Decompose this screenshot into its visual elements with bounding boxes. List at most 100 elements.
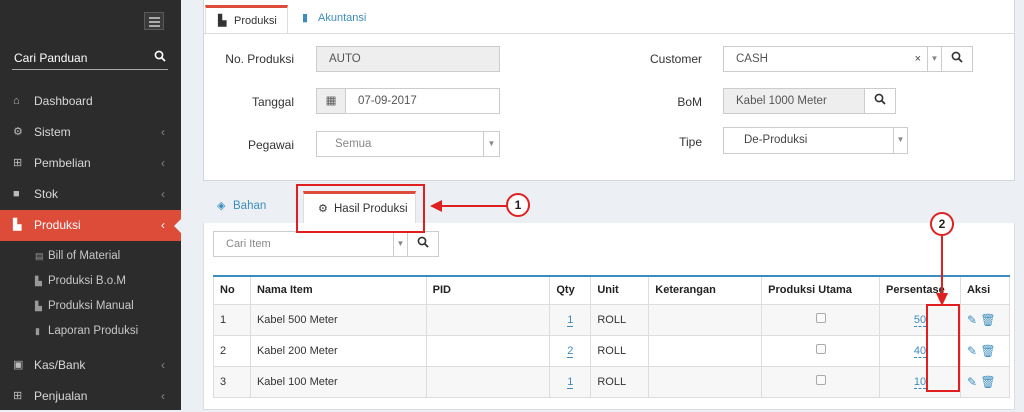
- sidebar-subitem-produksi-bom[interactable]: ▙ Produksi B.o.M: [0, 269, 181, 294]
- cell-nama-item: Kabel 500 Meter: [249, 303, 427, 336]
- cell-produksi-utama: [761, 303, 881, 336]
- cell-nama-item: Kabel 100 Meter: [249, 365, 427, 398]
- search-icon: [874, 93, 886, 105]
- table-row: 3 Kabel 100 Meter 1 ROLL 10 ✎ 🗑: [213, 365, 1011, 398]
- sidebar-item-kas-bank[interactable]: ▣ Kas/Bank ‹: [0, 350, 181, 381]
- produksi-utama-checkbox[interactable]: [815, 375, 826, 385]
- delete-icon[interactable]: 🗑: [980, 344, 995, 358]
- cell-produksi-utama: [761, 365, 881, 398]
- sidebar-subitem-label: Laporan Produksi: [48, 325, 139, 337]
- sidebar-subitem-laporan-produksi[interactable]: ▮ Laporan Produksi: [0, 319, 181, 344]
- cell-keterangan: [648, 303, 763, 336]
- item-search-placeholder: Cari Item: [226, 238, 271, 250]
- no-produksi-field[interactable]: AUTO: [316, 46, 500, 72]
- sidebar-search-label[interactable]: Cari Panduan: [14, 51, 87, 65]
- calendar-icon[interactable]: ▦: [316, 88, 346, 114]
- search-icon: [951, 51, 963, 63]
- cell-unit: ROLL: [590, 334, 650, 367]
- persentase-link[interactable]: 50: [913, 313, 927, 327]
- chevron-left-icon: ‹: [161, 125, 165, 139]
- tipe-label: Tipe: [679, 135, 702, 149]
- sidebar-item-label: Produksi: [34, 218, 81, 232]
- clear-icon[interactable]: ×: [915, 47, 921, 71]
- qty-link[interactable]: 1: [567, 375, 574, 389]
- box-icon: ■: [13, 188, 20, 200]
- bom-search-button[interactable]: [864, 88, 896, 114]
- sidebar-item-label: Sistem: [34, 125, 71, 139]
- tab-produksi[interactable]: ▙ Produksi: [205, 5, 288, 34]
- tab-akuntansi[interactable]: ▮ Akuntansi: [290, 5, 380, 34]
- hasil-produksi-table: No Nama Item PID Qty Unit Keterangan Pro…: [213, 275, 1011, 398]
- industry-icon: ▙: [218, 15, 227, 27]
- produksi-utama-checkbox[interactable]: [815, 344, 826, 354]
- sidebar-subitem-label: Produksi Manual: [48, 300, 134, 312]
- persentase-link[interactable]: 10: [913, 375, 927, 389]
- sidebar-menu: ⌂ Dashboard ⚙ Sistem ‹ ⊞ Pembelian ‹ ■ Stok ‹ ▙…: [0, 86, 182, 412]
- hasil-produksi-panel: Cari Item ▼ No Nama Item PID Qty Unit Ke…: [203, 223, 1015, 410]
- sidebar-subitem-label: Produksi B.o.M: [48, 275, 126, 287]
- tanggal-label: Tanggal: [251, 95, 294, 109]
- cell-pid: [425, 365, 551, 398]
- produksi-utama-checkbox[interactable]: [815, 313, 826, 323]
- col-header-unit: Unit: [590, 275, 650, 305]
- table-row: 1 Kabel 500 Meter 1 ROLL 50 ✎ 🗑: [213, 303, 1011, 336]
- book-icon: ▮: [35, 326, 40, 336]
- cell-qty[interactable]: 2: [549, 334, 592, 367]
- annotation-box-hasil-produksi: [296, 184, 425, 233]
- table-header-row: No Nama Item PID Qty Unit Keterangan Pro…: [213, 275, 1011, 305]
- cube-icon: ◈: [217, 200, 226, 212]
- pegawai-select[interactable]: Semua ▼: [316, 131, 500, 157]
- item-search-button[interactable]: [407, 231, 439, 257]
- customer-search-button[interactable]: [941, 46, 973, 72]
- qty-link[interactable]: 2: [567, 344, 574, 358]
- search-icon[interactable]: [154, 50, 166, 65]
- bom-field[interactable]: Kabel 1000 Meter: [723, 88, 865, 114]
- edit-icon[interactable]: ✎: [967, 313, 977, 327]
- sidebar-item-stok[interactable]: ■ Stok ‹: [0, 179, 181, 210]
- col-header-qty: Qty: [549, 275, 592, 305]
- item-search-select[interactable]: Cari Item ▼: [213, 231, 408, 257]
- annotation-arrow-2: [936, 236, 948, 306]
- tab-bahan-baku[interactable]: ◈Bahan Baku: [203, 191, 295, 242]
- persentase-link[interactable]: 40: [913, 344, 927, 358]
- bom-label: BoM: [677, 95, 702, 109]
- tab-label: Produksi: [234, 15, 277, 27]
- tipe-select[interactable]: De-Produksi ▼: [723, 127, 908, 154]
- tab-label: Akuntansi: [318, 12, 367, 24]
- delete-icon[interactable]: 🗑: [980, 375, 995, 389]
- edit-icon[interactable]: ✎: [967, 375, 977, 389]
- chevron-left-icon: ‹: [161, 389, 165, 403]
- sidebar-search[interactable]: Cari Panduan: [12, 48, 168, 70]
- sidebar-item-pembelian[interactable]: ⊞ Pembelian ‹: [0, 148, 181, 179]
- col-header-produksi-utama: Produksi Utama: [761, 275, 881, 305]
- tipe-value: De-Produksi: [744, 134, 808, 146]
- cell-keterangan: [648, 334, 763, 367]
- delete-icon[interactable]: 🗑: [980, 313, 995, 327]
- caret-down-icon: ▼: [483, 132, 499, 156]
- caret-down-icon: ▼: [393, 232, 407, 256]
- cell-unit: ROLL: [590, 365, 650, 398]
- sidebar-item-dashboard[interactable]: ⌂ Dashboard: [0, 86, 181, 117]
- menu-toggle-button[interactable]: [144, 12, 164, 30]
- edit-icon[interactable]: ✎: [967, 344, 977, 358]
- sidebar-item-sistem[interactable]: ⚙ Sistem ‹: [0, 117, 181, 148]
- qty-link[interactable]: 1: [567, 313, 574, 327]
- industry-icon: ▙: [35, 276, 42, 286]
- cell-qty[interactable]: 1: [549, 303, 592, 336]
- industry-icon: ▙: [13, 219, 22, 231]
- sidebar-subitem-produksi-manual[interactable]: ▙ Produksi Manual: [0, 294, 181, 319]
- book-icon: ▮: [302, 12, 309, 24]
- no-produksi-label: No. Produksi: [225, 52, 294, 66]
- sidebar-item-label: Stok: [34, 187, 59, 201]
- annotation-box-persentase: [926, 304, 960, 392]
- cart-icon: ⊞: [13, 157, 23, 169]
- sidebar-item-penjualan[interactable]: ⊞ Penjualan ‹: [0, 381, 181, 412]
- sidebar-subitem-bill-of-material[interactable]: ▤ Bill of Material: [0, 244, 181, 269]
- annotation-arrow-1: [430, 200, 508, 212]
- cell-qty[interactable]: 1: [549, 365, 592, 398]
- cell-pid: [425, 303, 551, 336]
- cell-unit: ROLL: [590, 303, 650, 336]
- tanggal-field[interactable]: 07-09-2017: [345, 88, 500, 114]
- sidebar-item-produksi[interactable]: ▙ Produksi ‹: [0, 210, 182, 241]
- customer-select[interactable]: CASH × ▼: [723, 46, 942, 72]
